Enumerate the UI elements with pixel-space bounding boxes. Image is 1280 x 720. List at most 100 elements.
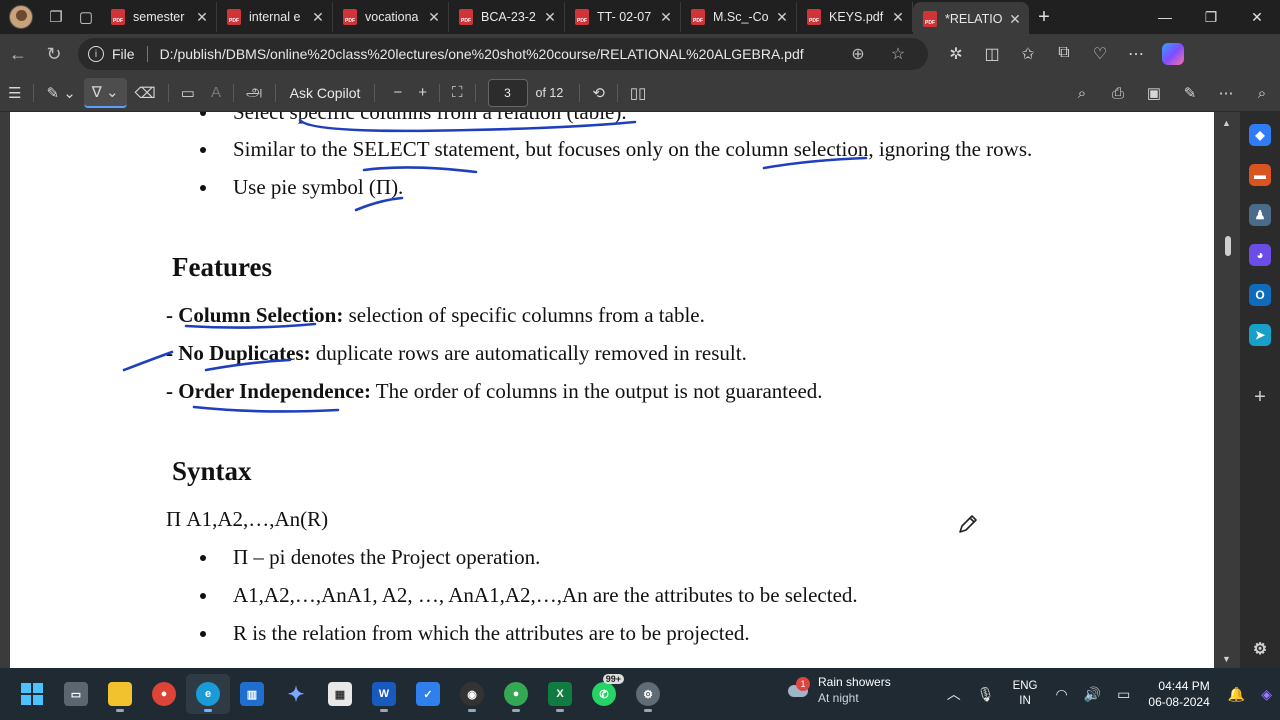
feature-label: - Column Selection: <box>166 303 344 327</box>
trello-button[interactable]: ▥ <box>230 674 274 714</box>
tab-1[interactable]: PDF internal e ✕ <box>217 2 333 32</box>
shopping-icon[interactable]: ◆ <box>1249 124 1271 146</box>
new-tab-button[interactable]: + <box>1029 6 1059 29</box>
close-icon[interactable]: ✕ <box>774 9 790 26</box>
start-button[interactable] <box>10 674 54 714</box>
volume-icon[interactable]: 🔊 <box>1076 686 1109 703</box>
page-number-input[interactable]: 3 <box>487 78 528 107</box>
tab-2[interactable]: PDF vocationa ✕ <box>333 2 449 32</box>
battery-icon[interactable]: ▭ <box>1109 686 1138 703</box>
wifi-icon[interactable]: ◠ <box>1048 686 1076 703</box>
add-sidebar-app-icon[interactable]: + <box>1249 386 1271 408</box>
zoom-icon[interactable]: ⊕ <box>838 44 878 64</box>
more-menu-icon[interactable]: ⋯ <box>1118 44 1154 64</box>
send-icon[interactable]: ➤ <box>1249 324 1271 346</box>
clock[interactable]: 04:44 PM 06-08-2024 <box>1138 678 1219 710</box>
word-button[interactable]: W <box>362 674 406 714</box>
contents-icon[interactable]: ☰ <box>0 78 29 108</box>
sidebar-settings-icon[interactable]: ⚙ <box>1249 638 1271 660</box>
address-bar[interactable]: i File D:/publish/DBMS/online%20class%20… <box>78 38 928 70</box>
pdf-viewport[interactable]: Select specific columns from a relation … <box>0 112 1240 668</box>
back-icon[interactable]: ← <box>0 38 36 70</box>
tab-3[interactable]: PDF BCA-23-2 ✕ <box>449 2 565 32</box>
zoom-in-icon[interactable]: + <box>410 78 435 108</box>
store-button[interactable]: ▦ <box>318 674 362 714</box>
highlight-icon[interactable]: ✎ ⌄ <box>38 78 83 108</box>
chrome-button[interactable]: ● <box>142 674 186 714</box>
weather-widget[interactable]: 1 Rain showers At night <box>788 674 891 706</box>
games-icon[interactable]: ♟ <box>1249 204 1271 226</box>
save-as-icon[interactable]: ✎ <box>1172 84 1208 102</box>
favorite-star-icon[interactable]: ☆ <box>878 44 918 64</box>
close-icon[interactable]: ✕ <box>194 9 210 26</box>
copilot-tray-icon[interactable]: ◈ <box>1253 686 1280 703</box>
extensions-icon[interactable]: ✲ <box>938 44 974 64</box>
close-icon[interactable]: ✕ <box>542 9 558 26</box>
scroll-thumb[interactable] <box>1225 236 1231 256</box>
url-text[interactable]: D:/publish/DBMS/online%20class%20lecture… <box>160 46 838 62</box>
tools-icon[interactable]: ▬ <box>1249 164 1271 186</box>
chrome-icon: ● <box>152 682 176 706</box>
draw-icon[interactable]: ∇ ⌄ <box>83 77 127 108</box>
chevron-up-icon[interactable]: ︿ <box>939 684 969 704</box>
text-box-icon[interactable]: ▭ <box>173 78 203 108</box>
bullet-dot <box>200 147 206 153</box>
pdf-page[interactable]: Select specific columns from a relation … <box>10 112 1214 668</box>
copilot-icon[interactable] <box>1162 43 1184 65</box>
minimize-icon[interactable]: — <box>1142 0 1188 34</box>
read-aloud-icon[interactable]: அ <box>238 78 271 108</box>
close-icon[interactable]: ✕ <box>658 9 674 26</box>
more-icon[interactable]: ⋯ <box>1208 84 1244 102</box>
settings-button[interactable]: ⚙ <box>626 674 670 714</box>
collections-icon[interactable]: ⧉ <box>1046 44 1082 64</box>
tab-4[interactable]: PDF TT- 02-07 ✕ <box>565 2 681 32</box>
close-icon[interactable]: ✕ <box>890 9 906 26</box>
page-view-icon[interactable]: ▯▯ <box>622 78 655 108</box>
scroll-up-icon[interactable]: ▲ <box>1222 118 1231 128</box>
tab-6[interactable]: PDF KEYS.pdf ✕ <box>797 2 913 32</box>
todo-button[interactable]: ✓ <box>406 674 450 714</box>
refresh-icon[interactable]: ↻ <box>36 38 72 70</box>
copilot-taskbar-button[interactable]: ✦ <box>274 674 318 714</box>
edge-button[interactable]: e <box>186 674 230 714</box>
info-icon[interactable]: i <box>88 46 104 62</box>
tab-title: *RELATIO <box>945 12 1003 26</box>
tab-0[interactable]: PDF semester ✕ <box>101 2 217 32</box>
language-indicator[interactable]: ENG IN <box>1003 679 1048 709</box>
eraser-icon[interactable]: ⌫ <box>127 78 164 108</box>
file-explorer-button[interactable] <box>98 674 142 714</box>
text-size-icon[interactable]: A <box>203 78 229 108</box>
microphone-icon[interactable]: 🎙 <box>969 686 1003 703</box>
tab-5[interactable]: PDF M.Sc_-Co ✕ <box>681 2 797 32</box>
search-icon[interactable]: ⌕ <box>1064 85 1100 102</box>
profile-avatar[interactable] <box>9 5 33 29</box>
whatsapp-button[interactable]: ✆ 99+ <box>582 674 626 714</box>
split-screen-icon[interactable]: ◫ <box>974 44 1010 64</box>
close-icon[interactable]: ✕ <box>310 9 326 26</box>
rotate-icon[interactable]: ⟲ <box>584 78 613 108</box>
close-icon[interactable]: ✕ <box>426 9 442 26</box>
workspaces-icon[interactable]: ❐ <box>41 3 71 31</box>
zoom-out-icon[interactable]: − <box>385 78 410 108</box>
health-icon[interactable]: ♡ <box>1082 44 1118 64</box>
excel-button[interactable]: X <box>538 674 582 714</box>
obs-button[interactable]: ◉ <box>450 674 494 714</box>
vertical-scrollbar[interactable]: ▲ ▼ <box>1216 112 1240 668</box>
task-view-button[interactable]: ▭ <box>54 674 98 714</box>
chrome-profile-button[interactable]: ● <box>494 674 538 714</box>
copilot-sidebar-icon[interactable]: ◕ <box>1249 244 1271 266</box>
tab-actions-icon[interactable]: ▢ <box>71 3 101 31</box>
tab-7-active[interactable]: PDF *RELATIO ✕ <box>913 2 1029 36</box>
scroll-down-icon[interactable]: ▼ <box>1222 654 1231 664</box>
fit-page-icon[interactable]: ⛶ <box>444 78 471 108</box>
close-window-icon[interactable]: ✕ <box>1234 0 1280 34</box>
ask-copilot-button[interactable]: Ask Copilot <box>280 85 371 101</box>
sidebar-search-icon[interactable]: ⌕ <box>1244 85 1280 102</box>
print-icon[interactable]: ⎙ <box>1100 85 1136 102</box>
restore-icon[interactable]: ❐ <box>1188 0 1234 34</box>
close-icon[interactable]: ✕ <box>1007 11 1023 28</box>
favorites-icon[interactable]: ✩ <box>1010 44 1046 64</box>
outlook-icon[interactable]: O <box>1249 284 1271 306</box>
notifications-bell-icon[interactable]: 🔔 <box>1220 686 1253 703</box>
save-icon[interactable]: ▣ <box>1136 84 1172 102</box>
